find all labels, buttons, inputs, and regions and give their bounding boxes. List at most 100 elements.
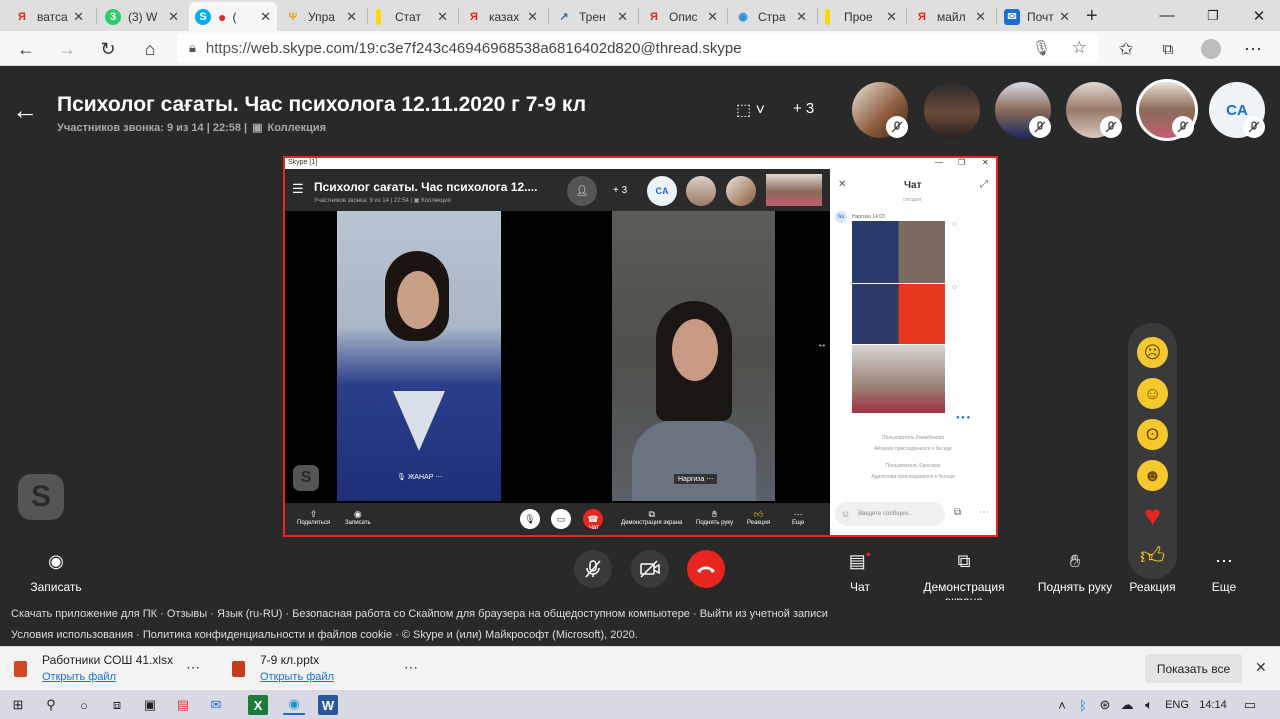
app-icon[interactable]: ▤ [173,695,193,715]
close-icon[interactable]: ✕ [164,9,179,25]
minimize-icon[interactable]: — [1144,0,1190,31]
clapping-emoji-icon[interactable]: ☺ [1137,378,1168,409]
laughing-emoji-icon[interactable]: ☻ [1137,460,1168,491]
windows-start-icon[interactable]: ⊞ [8,695,28,715]
more-participants-button[interactable]: + 3 [793,100,814,117]
emoji-icon: ☺ [841,509,851,519]
heart-icon[interactable]: ♥ [1137,500,1168,531]
record-button[interactable]: ◉ Записать [22,548,90,595]
raise-hand-label: Поднять руку [1037,580,1113,594]
browser-tab[interactable]: 3 (3) W ✕ [99,2,185,31]
raise-hand-button[interactable]: ✋︎ Поднять руку [1036,548,1114,595]
browser-tab[interactable]: Я казах ✕ [460,2,544,31]
close-icon[interactable]: ✕ [256,9,271,25]
browser-tab[interactable]: Я Опис ✕ [640,2,724,31]
collections-icon[interactable]: ⧉ [1154,35,1182,63]
profile-avatar[interactable] [1197,35,1225,63]
close-icon[interactable]: ✕ [792,9,807,25]
browser-tab-active[interactable]: S ● (✕ [189,2,277,31]
gallery-link[interactable]: Коллекция [268,122,327,134]
browser-tab[interactable]: Ψ Упра ✕ [279,2,363,31]
restore-icon[interactable]: ❐ [1190,0,1236,31]
open-file-link[interactable]: Открыть файл [42,671,116,683]
url-field[interactable]: 🔒︎ https://web.skype.com/19:c3e7f243c469… [177,34,1099,62]
microphone-icon[interactable]: 🎙︎ [1032,39,1051,57]
close-icon[interactable]: ✕ [433,9,448,25]
browser-tab[interactable]: ◉ Стра ✕ [729,2,813,31]
volume-icon[interactable]: 🔈︎ [1139,695,1159,715]
close-window-icon[interactable]: ✕ [1236,0,1280,31]
browser-tab[interactable]: ✉ Почт ✕ [998,2,1076,31]
download-menu-icon[interactable]: ⋯ [404,659,418,676]
show-all-button[interactable]: Показать все [1145,654,1242,683]
language-link[interactable]: Язык (ru-RU) [217,608,282,620]
sad-emoji-icon[interactable]: ☹ [1137,337,1168,368]
language-indicator[interactable]: ENG [1163,695,1191,715]
search-icon[interactable]: ⚲ [41,695,61,715]
back-arrow-icon[interactable]: ← [12,95,38,126]
browser-tab[interactable]: Прое ✕ [819,2,903,31]
download-filename[interactable]: Работники СОШ 41.xlsx [42,653,173,667]
participant-avatar[interactable] [924,82,980,138]
close-icon[interactable]: ✕ [882,9,897,25]
raise-hand-icon: ✋︎ [711,509,718,519]
public-computer-link[interactable]: Безопасная работа со Скайпом для браузер… [292,608,690,620]
notifications-icon[interactable]: ▭ [1240,695,1260,715]
browser-tab[interactable]: Я майл ✕ [908,2,992,31]
settings-menu-icon[interactable]: ⋯ [1239,35,1267,63]
bluetooth-icon[interactable]: ᛒ [1073,695,1093,715]
clock[interactable]: 14:14 [1196,695,1230,715]
reload-icon[interactable]: ↻ [94,35,122,63]
terms-link[interactable]: Условия использования [11,629,133,641]
close-icon[interactable]: ✕ [613,9,628,25]
close-icon[interactable]: ✕ [1255,659,1267,676]
feedback-link[interactable]: Отзывы [167,608,207,620]
favorite-star-icon[interactable]: ☆ [1072,38,1087,58]
cortana-icon[interactable]: ○ [74,695,94,715]
task-view-icon[interactable]: ⧈ [107,695,127,715]
screen-share-icon: ⧉ [648,509,655,519]
close-icon[interactable]: ✕ [971,9,986,25]
close-icon[interactable]: ✕ [523,9,538,25]
screen: { "browser": { "tabs": [ {"label": "ватс… [0,0,1280,719]
back-icon[interactable]: ← [12,35,40,63]
chat-button[interactable]: ▤ ● Чат [840,548,880,594]
network-icon[interactable]: ⊛ [1095,695,1115,715]
download-app-link[interactable]: Скачать приложение для ПК [11,608,157,620]
store-icon[interactable]: ▣ [140,695,160,715]
tray-chevron-icon[interactable]: ˄ [1052,695,1072,715]
favorites-icon[interactable]: ✩ [1112,35,1140,63]
forward-icon[interactable]: → [53,35,81,63]
close-icon[interactable]: ✕ [69,9,84,25]
layout-switch-icon[interactable]: ⬚ ˅ [736,100,765,120]
hang-up-button[interactable] [687,550,725,588]
onedrive-icon[interactable]: ☁ [1117,695,1137,715]
word-icon[interactable]: W [318,695,338,715]
download-filename[interactable]: 7-9 кл.pptx [260,653,319,667]
browser-tab[interactable]: Я ватса ✕ [8,2,90,31]
mail-icon[interactable]: ✉ [206,695,226,715]
edge-icon[interactable]: ◉ [283,695,305,715]
privacy-link[interactable]: Политика конфиденциальности и файлов coo… [143,629,392,641]
download-menu-icon[interactable]: ⋯ [186,659,200,676]
open-file-link[interactable]: Открыть файл [260,671,334,683]
screen-share-button[interactable]: ⧉ Демонстрация экрана [904,548,1024,609]
close-icon[interactable]: ✕ [703,9,718,25]
reaction-button[interactable]: Реакция [1128,580,1177,594]
home-icon[interactable]: ⌂ [136,35,164,63]
close-icon[interactable]: ✕ [342,9,357,25]
more-button[interactable]: ⋯ Еще [1204,548,1244,595]
browser-tab[interactable]: Стат ✕ [370,2,454,31]
mute-button[interactable] [574,550,612,588]
close-icon[interactable]: ✕ [1055,9,1070,25]
inner-participant-thumb [766,174,822,206]
thumbs-up-icon[interactable]: 👍︎ [1137,541,1168,572]
new-tab-button[interactable]: + [1080,2,1106,31]
browser-tab[interactable]: ↗ Трен ✕ [550,2,634,31]
surprised-emoji-icon[interactable]: ʘ [1137,419,1168,450]
sign-out-link[interactable]: Выйти из учетной записи [700,608,828,620]
file-icon [14,661,27,677]
video-toggle-button[interactable] [631,550,669,588]
excel-icon[interactable]: X [248,695,268,715]
inner-participant-avatar [726,176,756,206]
